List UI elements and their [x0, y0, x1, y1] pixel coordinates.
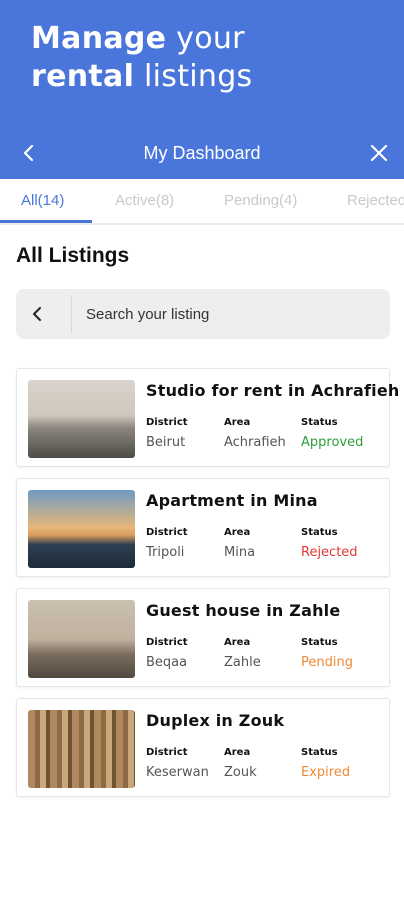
tab-all[interactable]: All(14)	[21, 179, 64, 223]
status-badge: Pending	[301, 655, 353, 670]
close-icon	[370, 144, 388, 162]
listing-title: Apartment in Mina	[146, 491, 318, 510]
hero-line1-light: your	[166, 21, 245, 56]
listing-thumbnail	[28, 600, 135, 678]
listing-card[interactable]: Guest house in Zahle District Area Statu…	[16, 588, 390, 687]
area-label: Area	[224, 637, 251, 648]
district-label: District	[146, 417, 188, 428]
district-label: District	[146, 527, 188, 538]
hero-line2-light: listings	[134, 59, 253, 94]
status-label: Status	[301, 747, 338, 758]
area-value: Mina	[224, 545, 256, 560]
listing-title: Guest house in Zahle	[146, 601, 341, 620]
status-label: Status	[301, 417, 338, 428]
district-value: Keserwan	[146, 765, 209, 780]
listing-title: Duplex in Zouk	[146, 711, 285, 730]
listing-card[interactable]: Studio for rent in Achrafieh District Ar…	[16, 368, 399, 467]
listing-thumbnail	[28, 710, 135, 788]
area-label: Area	[224, 417, 251, 428]
listing-thumbnail	[28, 490, 135, 568]
listing-thumbnail	[28, 380, 135, 458]
district-value: Beirut	[146, 435, 186, 450]
district-label: District	[146, 747, 188, 758]
status-badge: Rejected	[301, 545, 358, 560]
status-label: Status	[301, 637, 338, 648]
tab-rejected[interactable]: Rejected	[347, 179, 404, 223]
district-value: Beqaa	[146, 655, 188, 670]
tab-active[interactable]: Active(8)	[115, 179, 174, 223]
district-value: Tripoli	[146, 545, 185, 560]
status-badge: Expired	[301, 765, 351, 780]
tab-pending[interactable]: Pending(4)	[224, 179, 297, 223]
header-banner: Manage your rental listings My Dashboard	[0, 0, 404, 179]
area-value: Achrafieh	[224, 435, 286, 450]
filter-tabs: All(14) Active(8) Pending(4) Rejected	[0, 179, 404, 225]
close-button[interactable]	[364, 138, 394, 168]
search-back-button[interactable]	[22, 299, 52, 329]
chevron-left-icon	[23, 144, 34, 162]
back-button[interactable]	[14, 138, 44, 168]
search-bar	[16, 289, 390, 339]
search-input[interactable]	[86, 289, 376, 339]
hero-line2-bold: rental	[31, 59, 135, 94]
search-divider	[71, 295, 72, 333]
active-tab-indicator	[0, 220, 92, 223]
area-label: Area	[224, 527, 251, 538]
hero-line1-bold: Manage	[31, 21, 167, 56]
listing-title: Studio for rent in Achrafieh	[146, 381, 400, 400]
area-value: Zahle	[224, 655, 261, 670]
chevron-left-icon	[33, 307, 41, 321]
district-label: District	[146, 637, 188, 648]
page-title: My Dashboard	[143, 142, 261, 163]
status-badge: Approved	[301, 435, 364, 450]
hero-title: Manage your rental listings	[31, 20, 253, 96]
listing-card[interactable]: Duplex in Zouk District Area Status Kese…	[16, 698, 390, 797]
area-value: Zouk	[224, 765, 257, 780]
listing-card[interactable]: Apartment in Mina District Area Status T…	[16, 478, 390, 577]
section-title: All Listings	[16, 244, 130, 267]
app-bar: My Dashboard	[0, 130, 404, 176]
area-label: Area	[224, 747, 251, 758]
status-label: Status	[301, 527, 338, 538]
